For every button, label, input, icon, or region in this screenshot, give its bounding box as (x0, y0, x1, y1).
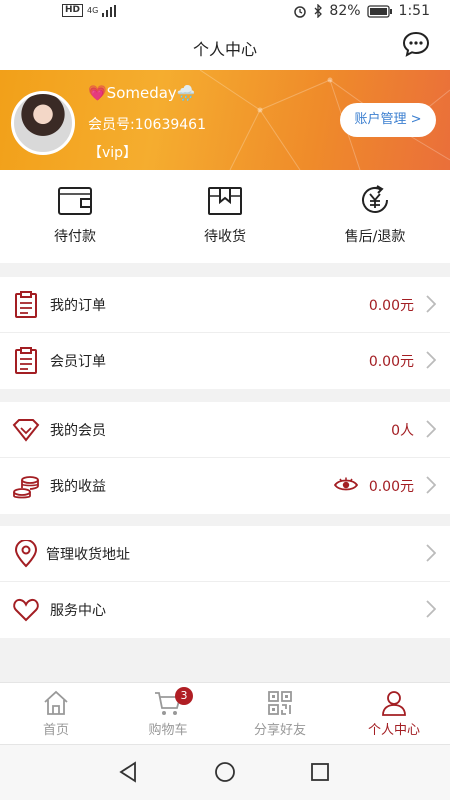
eye-icon[interactable] (334, 476, 358, 494)
avatar[interactable] (11, 91, 75, 155)
chevron-right-icon (426, 420, 436, 438)
clipboard-icon (15, 291, 37, 318)
tab-cart-label: 购物车 (148, 723, 188, 738)
clipboard-icon (15, 347, 37, 374)
tab-profile-label: 个人中心 (367, 723, 420, 738)
my-orders-label: 我的订单 (50, 298, 106, 314)
profile-banner: 💗Someday🌧️ 会员号:10639461 【vip】 账户管理 > (0, 70, 450, 170)
tab-profile[interactable]: 个人中心 (338, 689, 450, 738)
status-right: 82% 1:51 (293, 3, 430, 19)
page-title: 个人中心 (192, 40, 257, 59)
tab-share[interactable]: 分享好友 (224, 689, 336, 738)
home-icon (44, 690, 68, 715)
package-icon (208, 187, 242, 215)
battery-icon (366, 4, 392, 18)
chevron-right-icon (426, 476, 436, 494)
back-icon[interactable] (118, 761, 138, 783)
my-orders-row[interactable]: 我的订单 0.00元 (0, 277, 450, 333)
refund-button[interactable]: 售后/退款 (300, 184, 450, 246)
chevron-right-icon (426, 544, 436, 562)
status-bar: HD 4G 82% 1:51 (0, 0, 450, 24)
refund-label: 售后/退款 (344, 229, 406, 245)
my-earnings-label: 我的收益 (50, 479, 106, 495)
hd-indicator: HD (62, 4, 84, 17)
bottom-tab-bar: 首页 3 购物车 分享好友 个人中心 (0, 682, 450, 744)
service-center-row[interactable]: 服务中心 (0, 582, 450, 638)
order-shortcuts: 待付款 待收货 售后/退款 (0, 170, 450, 263)
wallet-icon (58, 187, 92, 215)
settings-group: 管理收货地址 服务中心 (0, 526, 450, 638)
status-left: HD 4G (62, 4, 117, 17)
qr-code-icon (268, 691, 292, 715)
user-icon (382, 691, 406, 716)
pending-payment-button[interactable]: 待付款 (0, 184, 150, 246)
pending-receipt-button[interactable]: 待收货 (150, 184, 300, 246)
chevron-right-icon (426, 351, 436, 369)
my-earnings-row[interactable]: 我的收益 0.00元 (0, 458, 450, 514)
chevron-right-icon (426, 600, 436, 618)
my-members-row[interactable]: 我的会员 0人 (0, 402, 450, 458)
chat-icon[interactable] (402, 30, 430, 58)
vip-badge: 【vip】 (88, 145, 138, 161)
pending-payment-label: 待付款 (54, 229, 96, 245)
cart-badge: 3 (175, 687, 193, 705)
member-number: 会员号:10639461 (88, 117, 206, 133)
manage-address-label: 管理收货地址 (46, 547, 130, 563)
nickname: 💗Someday🌧️ (88, 84, 196, 102)
location-pin-icon (14, 540, 38, 568)
system-nav-bar (0, 744, 450, 800)
tab-home-label: 首页 (42, 723, 69, 738)
recents-icon[interactable] (310, 761, 330, 783)
pending-receipt-label: 待收货 (204, 229, 246, 245)
my-members-value: 0人 (391, 423, 414, 439)
manage-address-row[interactable]: 管理收货地址 (0, 526, 450, 582)
my-orders-value: 0.00元 (368, 298, 414, 314)
orders-group: 我的订单 0.00元 会员订单 0.00元 (0, 277, 450, 389)
members-group: 我的会员 0人 我的收益 0.00元 (0, 402, 450, 514)
signal-icon (102, 4, 117, 17)
network-type: 4G (87, 6, 99, 15)
clock: 1:51 (398, 3, 430, 19)
bluetooth-icon (314, 4, 323, 18)
tab-home[interactable]: 首页 (0, 689, 112, 738)
alarm-icon (294, 6, 307, 18)
member-orders-row[interactable]: 会员订单 0.00元 (0, 333, 450, 389)
chevron-right-icon (426, 295, 436, 313)
diamond-icon (12, 419, 40, 442)
heart-icon (13, 598, 39, 622)
my-earnings-value: 0.00元 (368, 479, 414, 495)
tab-share-label: 分享好友 (253, 723, 306, 738)
tab-cart[interactable]: 3 购物车 (112, 687, 224, 738)
title-bar: 个人中心 (0, 24, 450, 70)
service-center-label: 服务中心 (50, 603, 106, 619)
member-orders-label: 会员订单 (50, 354, 106, 370)
home-circle-icon[interactable] (214, 761, 236, 783)
my-members-label: 我的会员 (50, 423, 106, 439)
battery-percent: 82% (329, 3, 361, 19)
refund-yen-icon (362, 185, 388, 213)
account-management-button[interactable]: 账户管理 > (340, 103, 436, 137)
member-orders-value: 0.00元 (368, 354, 414, 370)
coins-icon (13, 476, 39, 499)
